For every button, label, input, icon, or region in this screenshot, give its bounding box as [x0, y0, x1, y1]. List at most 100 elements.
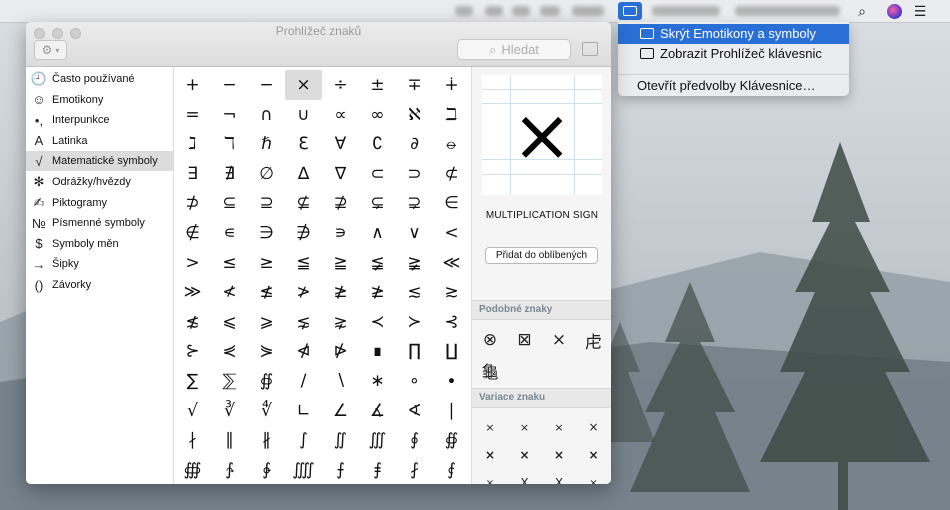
spotlight-search-icon[interactable]: ⌕: [852, 2, 872, 20]
character-cell[interactable]: ∍: [322, 218, 359, 248]
character-cell[interactable]: ∥: [211, 425, 248, 455]
character-cell[interactable]: ∮: [396, 425, 433, 455]
character-cell[interactable]: ⋪: [285, 336, 322, 366]
character-cell[interactable]: ∲: [248, 455, 285, 484]
similar-character[interactable]: ⊠: [508, 325, 542, 355]
character-variant[interactable]: X: [508, 469, 542, 484]
sidebar-item[interactable]: ✻ Odrážky/hvězdy: [26, 172, 173, 192]
add-to-favorites-button[interactable]: Přidat do oblíbených: [485, 247, 598, 264]
character-cell[interactable]: ∅: [248, 159, 285, 189]
character-cell[interactable]: ∗: [359, 366, 396, 396]
character-cell[interactable]: >: [174, 248, 211, 278]
character-cell[interactable]: ≴: [174, 307, 211, 337]
character-cell[interactable]: ⊊: [359, 188, 396, 218]
character-cell[interactable]: ∧: [359, 218, 396, 248]
character-cell[interactable]: ⨌: [285, 455, 322, 484]
character-cell[interactable]: ℶ: [433, 100, 470, 130]
character-cell[interactable]: ∘: [396, 366, 433, 396]
character-cell[interactable]: ⋞: [211, 336, 248, 366]
character-cell[interactable]: =: [174, 100, 211, 130]
character-cell[interactable]: ⊋: [396, 188, 433, 218]
menu-item-hide-emoji-symbols[interactable]: Skrýt Emotikony a symboly: [618, 24, 849, 44]
character-cell[interactable]: ⊆: [211, 188, 248, 218]
sidebar-item[interactable]: → Šipky: [26, 254, 173, 274]
sidebar-item[interactable]: A Latinka: [26, 131, 173, 151]
keyboard-viewer-menu-icon[interactable]: [618, 2, 642, 20]
character-cell[interactable]: ⊂: [359, 159, 396, 189]
character-cell[interactable]: ⋧: [322, 307, 359, 337]
character-cell[interactable]: ≧: [322, 248, 359, 278]
character-cell[interactable]: ⊃: [396, 159, 433, 189]
character-cell[interactable]: −: [248, 70, 285, 100]
character-cell[interactable]: ∱: [211, 455, 248, 484]
character-cell[interactable]: <: [433, 218, 470, 248]
character-cell[interactable]: ⋫: [322, 336, 359, 366]
character-cell[interactable]: ℵ: [396, 100, 433, 130]
character-variant[interactable]: ×: [577, 413, 611, 441]
similar-character[interactable]: ⊗: [473, 325, 507, 355]
character-cell[interactable]: ∯: [248, 366, 285, 396]
character-cell[interactable]: ⊅: [174, 188, 211, 218]
character-cell[interactable]: ≤: [211, 248, 248, 278]
character-cell[interactable]: ≱: [359, 277, 396, 307]
character-cell[interactable]: ∝: [322, 100, 359, 130]
character-cell[interactable]: ⋦: [285, 307, 322, 337]
character-cell[interactable]: ∙: [433, 366, 470, 396]
character-cell[interactable]: ⋟: [248, 336, 285, 366]
character-cell[interactable]: ≨: [359, 248, 396, 278]
character-cell[interactable]: √: [174, 396, 211, 426]
similar-character[interactable]: ×: [542, 325, 576, 355]
character-cell[interactable]: ∏: [396, 336, 433, 366]
character-cell[interactable]: ⨐: [433, 455, 470, 484]
character-cell[interactable]: ∞: [359, 100, 396, 130]
siri-icon[interactable]: [884, 2, 904, 20]
character-variant[interactable]: ×: [473, 413, 507, 441]
character-cell[interactable]: ∦: [248, 425, 285, 455]
sidebar-item[interactable]: ✍ Piktogramy: [26, 193, 173, 213]
character-cell[interactable]: ÷: [322, 70, 359, 100]
menu-item-show-keyboard-viewer[interactable]: Zobrazit Prohlížeč klávesnic: [618, 44, 849, 64]
character-cell[interactable]: ≻: [396, 307, 433, 337]
action-menu-button[interactable]: ⚙ ▾: [34, 40, 67, 60]
sidebar-item[interactable]: √ Matematické symboly: [26, 151, 173, 172]
keyboard-viewer-toggle-button[interactable]: [582, 42, 598, 56]
character-cell[interactable]: −: [211, 70, 248, 100]
character-cell[interactable]: ⩾: [248, 307, 285, 337]
character-variant[interactable]: ×: [473, 469, 507, 485]
character-cell[interactable]: ∟: [285, 396, 322, 426]
character-cell[interactable]: ≮: [211, 277, 248, 307]
character-cell[interactable]: ∭: [359, 425, 396, 455]
similar-character[interactable]: ⾌: [577, 325, 611, 355]
character-variant[interactable]: ×: [473, 441, 507, 469]
character-cell[interactable]: ≳: [433, 277, 470, 307]
character-cell[interactable]: ∉: [174, 218, 211, 248]
character-cell[interactable]: +: [174, 70, 211, 100]
character-cell[interactable]: ℏ: [248, 129, 285, 159]
sidebar-item[interactable]: 🕘 Často používané: [26, 69, 173, 89]
character-cell[interactable]: ⊈: [285, 188, 322, 218]
character-cell[interactable]: ∌: [285, 218, 322, 248]
character-cell[interactable]: ≺: [359, 307, 396, 337]
sidebar-item[interactable]: •, Interpunkce: [26, 110, 173, 130]
character-variant[interactable]: X: [542, 469, 576, 484]
character-cell[interactable]: ¬: [211, 100, 248, 130]
character-cell[interactable]: ≰: [248, 277, 285, 307]
character-cell[interactable]: ≱: [322, 277, 359, 307]
menu-item-open-keyboard-preferences[interactable]: Otevřít předvolby Klávesnice…: [618, 76, 849, 96]
similar-character[interactable]: ⿔: [473, 355, 507, 385]
character-cell[interactable]: ∑: [174, 366, 211, 396]
character-cell[interactable]: ∣: [433, 396, 470, 426]
character-cell[interactable]: ∫: [285, 425, 322, 455]
character-cell[interactable]: ∡: [359, 396, 396, 426]
character-cell[interactable]: ⊇: [248, 188, 285, 218]
sidebar-item[interactable]: ☺ Emotikony: [26, 90, 173, 110]
character-cell[interactable]: ∢: [396, 396, 433, 426]
character-cell[interactable]: ∁: [359, 129, 396, 159]
character-cell[interactable]: ≯: [285, 277, 322, 307]
character-cell[interactable]: ×: [285, 70, 322, 100]
character-cell[interactable]: ∋: [248, 218, 285, 248]
character-cell[interactable]: ∎: [359, 336, 396, 366]
character-variant[interactable]: ×: [542, 441, 576, 469]
character-cell[interactable]: ∨: [396, 218, 433, 248]
character-cell[interactable]: ∊: [211, 218, 248, 248]
